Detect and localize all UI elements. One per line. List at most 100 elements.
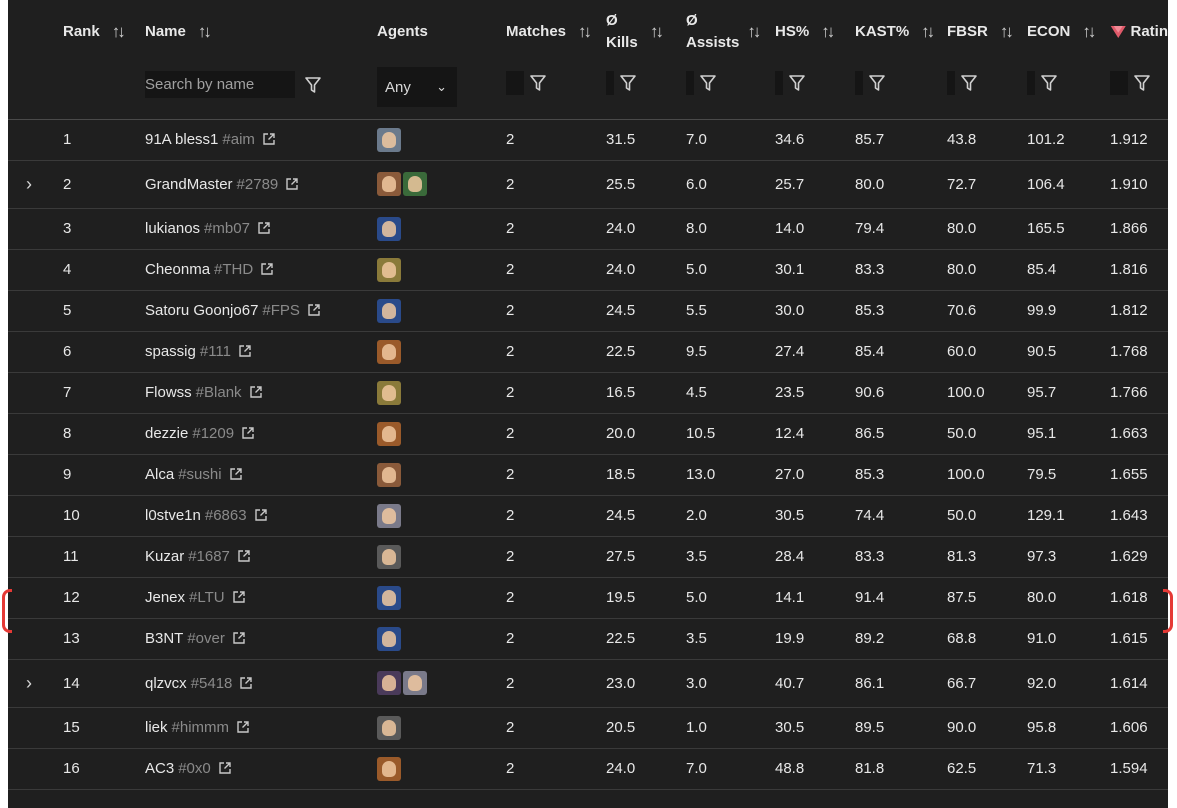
player-name[interactable]: Cheonma	[145, 261, 210, 278]
external-link-icon[interactable]	[300, 302, 320, 319]
rating-header[interactable]: Ratin	[1097, 0, 1168, 63]
econ-filter-input[interactable]	[1027, 71, 1035, 95]
econ-header[interactable]: ECON ↑↓	[1014, 0, 1097, 63]
table-row[interactable]: 15 liek #himmm 2 20.5 1.0 30.5 89.5 90.0 95.8 1.60…	[8, 707, 1168, 749]
external-link-icon[interactable]	[222, 466, 242, 483]
filter-icon[interactable]	[700, 74, 716, 92]
table-row[interactable]: 3 lukianos #mb07 2 24.0 8.0 14.0 79.4 80.0 165.5 1…	[8, 208, 1168, 250]
table-row[interactable]: 11 Kuzar #1687 2 27.5 3.5 28.4 83.3 81.3 97.3 1.62…	[8, 536, 1168, 578]
hs-filter-input[interactable]	[775, 71, 783, 95]
fbsr-header[interactable]: FBSR ↑↓	[934, 0, 1014, 63]
rating-cell: 1.618	[1097, 577, 1168, 619]
filter-icon[interactable]	[305, 76, 321, 94]
external-link-icon[interactable]	[230, 548, 250, 565]
table-row[interactable]: 10 l0stve1n #6863 2 24.5 2.0 30.5 74.4 50.0 129.1…	[8, 495, 1168, 537]
external-link-icon[interactable]	[232, 675, 253, 692]
player-name[interactable]: liek	[145, 719, 168, 736]
table-row[interactable]: 5 Satoru Goonjo67 #FPS 2 24.5 5.5 30.0 85.3 70.6…	[8, 290, 1168, 332]
kills-header[interactable]: Ø Kills ↑↓	[593, 0, 673, 63]
external-link-icon[interactable]	[255, 131, 275, 148]
rank-cell: 7	[50, 372, 132, 414]
player-tag: #0x0	[178, 760, 211, 777]
fbsr-filter-input[interactable]	[947, 71, 955, 95]
agent-portrait-icon	[377, 544, 401, 569]
filter-icon[interactable]	[789, 74, 805, 92]
table-row[interactable]: › 14 qlzvcx #5418 2 23.0 3.0 40.7 86.1 66.7 92.0 1.…	[8, 659, 1168, 708]
external-link-icon[interactable]	[278, 176, 298, 193]
kills-filter-input[interactable]	[606, 71, 614, 95]
table-row[interactable]: 7 Flowss #Blank 2 16.5 4.5 23.5 90.6 100.0 95.7 1.…	[8, 372, 1168, 414]
player-name[interactable]: dezzie	[145, 425, 188, 442]
sort-icon[interactable]: ↑↓	[1000, 22, 1014, 42]
player-name[interactable]: qlzvcx	[145, 675, 187, 692]
assists-cell: 3.5	[673, 618, 762, 660]
matches-header[interactable]: Matches ↑↓	[493, 0, 593, 63]
sort-icon[interactable]: ↑↓	[747, 22, 761, 42]
filter-icon[interactable]	[530, 74, 546, 92]
agents-cell	[364, 290, 493, 332]
agent-select[interactable]: Any ⌄	[377, 67, 457, 107]
sort-icon[interactable]: ↑↓	[112, 22, 126, 42]
matches-filter-input[interactable]	[506, 71, 524, 95]
expand-cell[interactable]: ›	[8, 659, 50, 708]
fbsr-cell: 68.8	[934, 618, 1014, 660]
external-link-icon[interactable]	[225, 630, 245, 647]
table-row[interactable]: 16 AC3 #0x0 2 24.0 7.0 48.8 81.8 62.5 71.3 1.594	[8, 748, 1168, 790]
table-row[interactable]: 6 spassig #111 2 22.5 9.5 27.4 85.4 60.0 90.5 1.76…	[8, 331, 1168, 373]
name-header[interactable]: Name ↑↓	[132, 0, 364, 63]
kast-filter-input[interactable]	[855, 71, 863, 95]
rating-cell: 1.643	[1097, 495, 1168, 537]
player-name[interactable]: 91A bless1	[145, 131, 218, 148]
external-link-icon[interactable]	[234, 425, 254, 442]
sort-icon[interactable]: ↑↓	[198, 22, 212, 42]
external-link-icon[interactable]	[242, 384, 262, 401]
player-name[interactable]: lukianos	[145, 220, 200, 237]
external-link-icon[interactable]	[229, 719, 249, 736]
filter-icon[interactable]	[961, 74, 977, 92]
external-link-icon[interactable]	[225, 589, 245, 606]
player-name[interactable]: AC3	[145, 760, 174, 777]
name-search-input[interactable]: Search by name	[145, 71, 295, 98]
sort-icon[interactable]: ↑↓	[921, 22, 935, 42]
player-name[interactable]: Kuzar	[145, 548, 184, 565]
expand-cell	[8, 536, 50, 578]
table-row[interactable]: 12 Jenex #LTU 2 19.5 5.0 14.1 91.4 87.5 80.0 1.618	[8, 577, 1168, 619]
filter-icon[interactable]	[869, 74, 885, 92]
player-name[interactable]: Flowss	[145, 384, 192, 401]
filter-icon[interactable]	[1041, 74, 1057, 92]
table-row[interactable]: 9 Alca #sushi 2 18.5 13.0 27.0 85.3 100.0 79.5 1.6…	[8, 454, 1168, 496]
sort-icon[interactable]: ↑↓	[650, 22, 664, 42]
external-link-icon[interactable]	[250, 220, 270, 237]
assists-header[interactable]: Ø Assists ↑↓	[673, 0, 762, 63]
external-link-icon[interactable]	[253, 261, 273, 278]
kast-header[interactable]: KAST% ↑↓	[842, 0, 935, 63]
table-row[interactable]: 4 Cheonma #THD 2 24.0 5.0 30.1 83.3 80.0 85.4 1.81…	[8, 249, 1168, 291]
table-row[interactable]: 13 B3NT #over 2 22.5 3.5 19.9 89.2 68.8 91.0 1.615	[8, 618, 1168, 660]
player-name[interactable]: GrandMaster	[145, 176, 233, 193]
filter-icon[interactable]	[1134, 74, 1150, 92]
player-name[interactable]: Alca	[145, 466, 174, 483]
rank-header[interactable]: Rank ↑↓	[50, 0, 132, 63]
table-row[interactable]: 8 dezzie #1209 2 20.0 10.5 12.4 86.5 50.0 95.1 1.6…	[8, 413, 1168, 455]
player-name[interactable]: l0stve1n	[145, 507, 201, 524]
external-link-icon[interactable]	[211, 760, 231, 777]
hs-header[interactable]: HS% ↑↓	[762, 0, 842, 63]
sort-icon[interactable]: ↑↓	[821, 22, 835, 42]
filter-icon[interactable]	[620, 74, 636, 92]
expand-cell[interactable]: ›	[8, 160, 50, 209]
player-name[interactable]: Jenex	[145, 589, 185, 606]
table-row[interactable]: 1 91A bless1 #aim 2 31.5 7.0 34.6 85.7 43.8 101.2…	[8, 119, 1168, 161]
assists-filter-input[interactable]	[686, 71, 694, 95]
chevron-right-icon[interactable]: ›	[26, 174, 32, 194]
external-link-icon[interactable]	[231, 343, 251, 360]
external-link-icon[interactable]	[247, 507, 267, 524]
sort-icon[interactable]: ↑↓	[578, 22, 592, 42]
player-tag: #THD	[214, 261, 254, 278]
player-name[interactable]: B3NT	[145, 630, 183, 647]
rating-filter-input[interactable]	[1110, 71, 1128, 95]
table-row[interactable]: › 2 GrandMaster #2789 2 25.5 6.0 25.7 80.0 72.7 10…	[8, 160, 1168, 209]
player-name[interactable]: spassig	[145, 343, 196, 360]
player-name[interactable]: Satoru Goonjo67	[145, 302, 258, 319]
chevron-right-icon[interactable]: ›	[26, 673, 32, 693]
sort-icon[interactable]: ↑↓	[1082, 22, 1096, 42]
